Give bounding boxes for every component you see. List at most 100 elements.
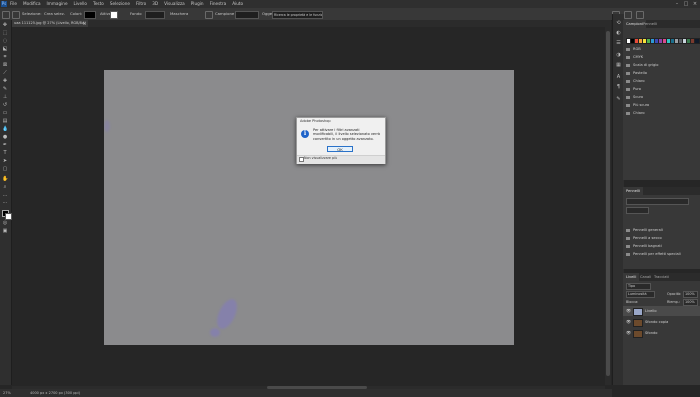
adjustments-panel-icon[interactable]: ◑ xyxy=(615,52,622,59)
learn-panel-icon[interactable]: ◐ xyxy=(615,30,622,37)
character-panel-icon[interactable]: A xyxy=(615,74,622,81)
ok-button[interactable]: OK xyxy=(327,146,353,152)
menu-item[interactable]: Filtro xyxy=(136,0,146,8)
brush-settings-panel-icon[interactable]: ✎ xyxy=(615,96,622,103)
layer-box[interactable] xyxy=(145,11,165,19)
swatch-folder[interactable]: Scala di grigio xyxy=(626,62,696,69)
marquee-tool-icon[interactable]: ⬚ xyxy=(2,30,8,36)
dont-show-again-label: Non visualizzare più xyxy=(304,156,338,160)
swatch-folder[interactable]: Chiaro xyxy=(626,110,696,117)
lasso-tool-icon[interactable]: ◌ xyxy=(2,38,8,44)
quick-mask-icon[interactable]: ◎ xyxy=(2,220,8,226)
menu-item[interactable]: Immagine xyxy=(47,0,68,8)
clone-stamp-tool-icon[interactable]: ⊥ xyxy=(2,94,8,100)
menu-item[interactable]: Modifica xyxy=(23,0,41,8)
visibility-eye-icon[interactable]: 👁 xyxy=(626,328,631,338)
document-close-icon[interactable]: × xyxy=(83,20,86,27)
dodge-tool-icon[interactable]: ● xyxy=(2,134,8,140)
brush-size-slider[interactable] xyxy=(626,198,689,205)
menu-item[interactable]: File xyxy=(10,0,17,8)
swatch-folder[interactable]: Scuro xyxy=(626,94,696,101)
visibility-eye-icon[interactable]: 👁 xyxy=(626,306,631,316)
tab-brushes-top[interactable]: Pennelli xyxy=(640,20,660,28)
menu-item[interactable]: Plugin xyxy=(191,0,204,8)
blend-mode-select[interactable]: Luminosità xyxy=(626,291,655,298)
layer-filter-select[interactable]: Tipo xyxy=(626,283,651,290)
history-panel-icon[interactable]: ⟲ xyxy=(615,20,622,27)
hand-tool-icon[interactable]: ✋ xyxy=(2,176,8,182)
frame-tool-icon[interactable]: ⊠ xyxy=(2,62,8,68)
shape-tool-icon[interactable]: ▢ xyxy=(2,166,8,172)
layer-thumbnail xyxy=(633,330,643,338)
pen-tool-icon[interactable]: ✒ xyxy=(2,142,8,148)
background-color-swatch[interactable] xyxy=(5,213,12,220)
menu-item[interactable]: Selezione xyxy=(110,0,130,8)
tool-preset-icon[interactable] xyxy=(2,11,10,19)
share-icon[interactable] xyxy=(636,11,644,19)
menu-item[interactable]: Livello xyxy=(74,0,87,8)
layer-name: Sfondo xyxy=(645,331,658,335)
swatch-folder[interactable]: RGB xyxy=(626,46,696,53)
layer-row[interactable]: 👁 Livello xyxy=(623,306,700,316)
swatch-folder[interactable]: Chiaro xyxy=(626,78,696,85)
type-tool-icon[interactable]: T xyxy=(2,150,8,156)
history-brush-tool-icon[interactable]: ↺ xyxy=(2,102,8,108)
selection-label: Selezione: xyxy=(22,11,42,16)
gear-icon[interactable] xyxy=(205,11,213,19)
eraser-tool-icon[interactable]: ▭ xyxy=(2,110,8,116)
brush-folder[interactable]: Pennelli bagnati xyxy=(626,243,696,250)
selection-value[interactable]: Crea selez. xyxy=(44,8,65,20)
document-canvas[interactable] xyxy=(104,70,514,345)
tab-brushes[interactable]: Pennelli xyxy=(623,187,644,195)
menu-item[interactable]: Visualizza xyxy=(164,0,185,8)
properties-panel-icon[interactable]: ☰ xyxy=(615,40,622,47)
brush-search-input[interactable] xyxy=(626,207,649,214)
zoom-tool-icon[interactable]: ⌕ xyxy=(2,184,8,190)
more-tools-icon[interactable]: … xyxy=(2,192,8,198)
search-properties-field[interactable]: Ricerca le proprietà e le funzioni xyxy=(272,11,323,19)
eyedropper-tool-icon[interactable]: ⟋ xyxy=(2,70,8,76)
swatch-folder[interactable]: CMYK xyxy=(626,54,696,61)
fill-value[interactable]: 100% xyxy=(683,299,698,306)
workspace-icon[interactable] xyxy=(624,11,632,19)
brush-folder[interactable]: Pennelli generali xyxy=(626,227,696,234)
zoom-level[interactable]: 27% xyxy=(3,389,11,397)
swatch-folder[interactable]: Puro xyxy=(626,86,696,93)
sample-box[interactable] xyxy=(235,11,259,19)
layer-row[interactable]: 👁 Sfondo xyxy=(623,328,700,338)
edit-toolbar-icon[interactable]: ⋯ xyxy=(2,200,8,206)
color-box[interactable] xyxy=(84,11,96,19)
menu-item[interactable]: Testo xyxy=(93,0,104,8)
brush-folder[interactable]: Pennelli per effetti speciali xyxy=(626,251,696,258)
swatch-folder[interactable]: Pastello xyxy=(626,70,696,77)
healing-brush-tool-icon[interactable]: ✚ xyxy=(2,78,8,84)
crop-tool-icon[interactable]: ⌗ xyxy=(2,54,8,60)
document-tab[interactable]: uaa 111125.jpg @ 27% (Livello, RGB/8#) × xyxy=(12,20,88,27)
brush-folder[interactable]: Pennelli a secco xyxy=(626,235,696,242)
fill-label: Riemp.: xyxy=(667,300,681,304)
purple-stain xyxy=(104,120,110,132)
vertical-scrollbar[interactable] xyxy=(605,27,611,385)
gradient-tool-icon[interactable]: ▤ xyxy=(2,118,8,124)
mode-box[interactable] xyxy=(110,11,118,19)
vertical-scroll-thumb[interactable] xyxy=(606,31,610,376)
paragraph-panel-icon[interactable]: ¶ xyxy=(615,84,622,91)
menu-item[interactable]: Aiuto xyxy=(232,0,243,8)
blur-tool-icon[interactable]: 💧 xyxy=(2,126,8,132)
new-selection-icon[interactable] xyxy=(12,11,20,19)
move-tool-icon[interactable]: ✥ xyxy=(2,22,8,28)
path-selection-tool-icon[interactable]: ➤ xyxy=(2,158,8,164)
object-selection-tool-icon[interactable]: ⬕ xyxy=(2,46,8,52)
opacity-value[interactable]: 100% xyxy=(683,291,698,298)
screen-mode-icon[interactable]: ▣ xyxy=(2,228,8,234)
visibility-eye-icon[interactable]: 👁 xyxy=(626,317,631,327)
menu-item[interactable]: Finestra xyxy=(210,0,227,8)
swatch-folder[interactable]: Più scuro xyxy=(626,102,696,109)
layer-row[interactable]: 👁 Sfondo copia xyxy=(623,317,700,327)
brush-tool-icon[interactable]: ✎ xyxy=(2,86,8,92)
menu-item[interactable]: 3D xyxy=(152,0,158,8)
color-swatch[interactable] xyxy=(694,38,700,44)
close-icon[interactable]: × xyxy=(690,0,700,8)
libraries-panel-icon[interactable]: ▦ xyxy=(615,62,622,69)
tab-paths[interactable]: Tracciati xyxy=(651,273,672,281)
